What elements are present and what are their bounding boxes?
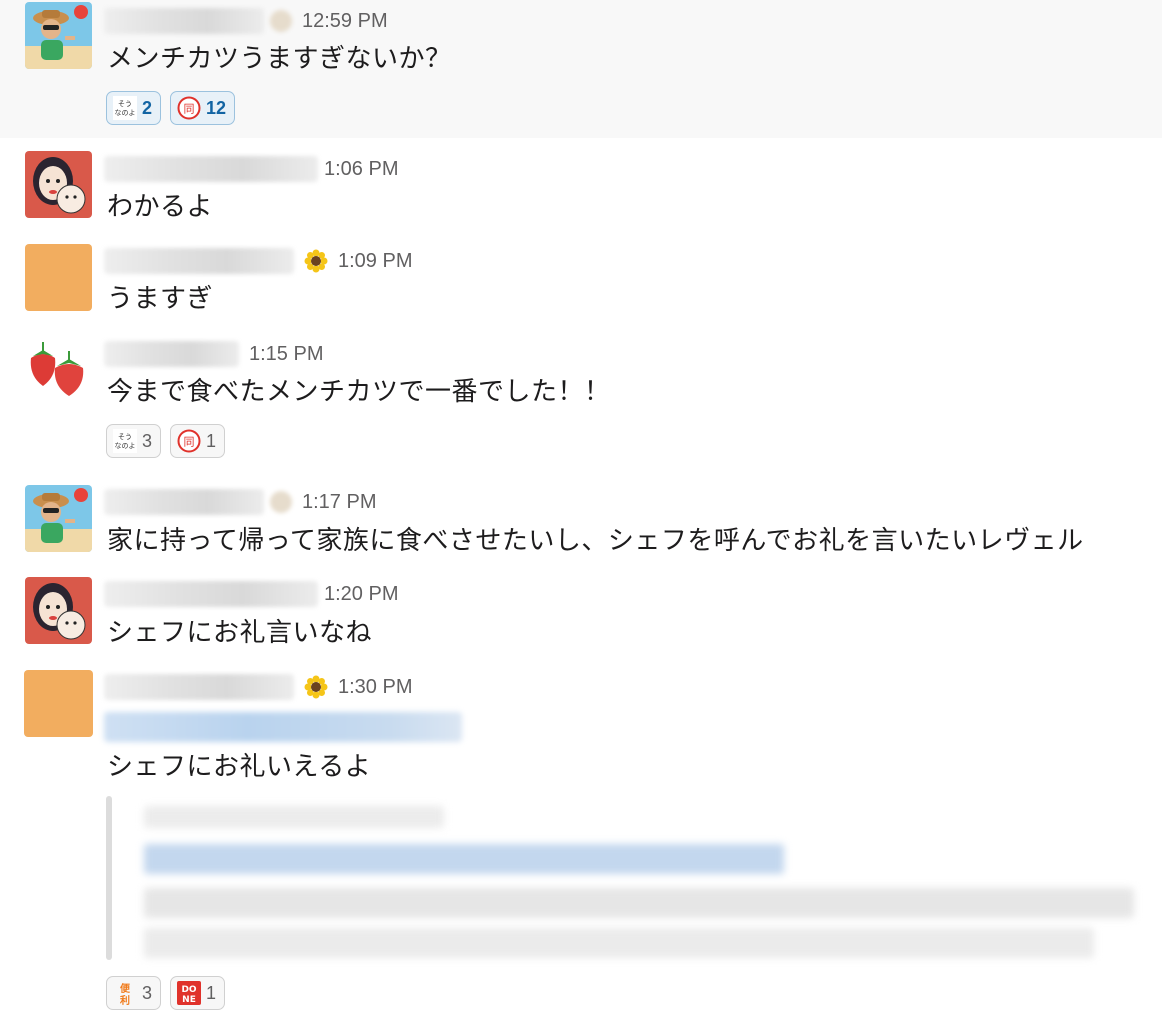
svg-text:同: 同 bbox=[184, 103, 195, 116]
reactions: そう なのよ 3 同 1 bbox=[106, 424, 226, 458]
reaction-count: 3 bbox=[142, 430, 153, 451]
svg-text:そう: そう bbox=[118, 433, 132, 441]
message[interactable]: 1:15 PM 今まで食べたメンチカツで一番でした！！ そう なのよ 3 同 1 bbox=[0, 324, 1162, 472]
message-header: 1:30 PM bbox=[104, 672, 412, 702]
message-text: 今まで食べたメンチカツで一番でした！！ bbox=[107, 377, 611, 407]
message-text: 家に持って帰って家族に食べさせたいし、シェフを呼んでお礼を言いたいレヴェル bbox=[107, 526, 1084, 556]
svg-text:DO: DO bbox=[181, 985, 196, 995]
sounanoyo-icon: そう なのよ bbox=[113, 429, 137, 453]
username-blurred[interactable] bbox=[104, 341, 239, 367]
message-text: メンチカツうますぎないか？ bbox=[107, 44, 452, 74]
message[interactable]: 12:59 PM メンチカツうますぎないか？ そう なのよ 2 同 12 bbox=[0, 0, 1162, 138]
message-header: 1:15 PM bbox=[104, 339, 323, 369]
username-blurred[interactable] bbox=[104, 489, 264, 515]
avatar-beach-icon bbox=[25, 2, 92, 69]
svg-text:なのよ: なのよ bbox=[115, 442, 136, 450]
reaction-benri[interactable]: 便 利 3 bbox=[106, 976, 162, 1010]
sunflower-icon bbox=[304, 675, 328, 699]
timestamp[interactable]: 1:09 PM bbox=[338, 250, 412, 273]
svg-text:便: 便 bbox=[120, 982, 131, 995]
svg-text:NE: NE bbox=[182, 995, 196, 1005]
message-text: うますぎ bbox=[107, 284, 214, 314]
username-blurred[interactable] bbox=[104, 156, 318, 182]
avatar[interactable] bbox=[25, 151, 92, 218]
reaction-sounanoyo[interactable]: そう なのよ 3 bbox=[106, 424, 162, 458]
message-header: 12:59 PM bbox=[104, 6, 388, 36]
reactions: 便 利 3 DO NE 1 bbox=[106, 976, 226, 1010]
message[interactable]: 1:09 PM うますぎ bbox=[0, 232, 1162, 324]
timestamp[interactable]: 1:30 PM bbox=[338, 676, 412, 699]
sounanoyo-icon: そう なのよ bbox=[113, 96, 137, 120]
link-preview-bar bbox=[106, 796, 112, 960]
reaction-doui[interactable]: 同 12 bbox=[170, 91, 236, 125]
reaction-count: 3 bbox=[142, 982, 153, 1003]
link-blurred[interactable] bbox=[104, 712, 462, 742]
message-text: シェフにお礼言いなね bbox=[107, 618, 373, 648]
message[interactable]: 1:17 PM 家に持って帰って家族に食べさせたいし、シェフを呼んでお礼を言いた… bbox=[0, 472, 1162, 566]
avatar-illustration-icon bbox=[25, 577, 92, 644]
message-header: 1:09 PM bbox=[104, 246, 412, 276]
reaction-count: 1 bbox=[206, 430, 217, 451]
reaction-count: 2 bbox=[142, 97, 153, 118]
reaction-sounanoyo[interactable]: そう なのよ 2 bbox=[106, 91, 162, 125]
svg-text:なのよ: なのよ bbox=[115, 109, 136, 117]
username-blurred[interactable] bbox=[104, 8, 264, 34]
message[interactable]: 1:06 PM わかるよ bbox=[0, 140, 1162, 232]
done-icon: DO NE bbox=[177, 981, 202, 1005]
avatar[interactable] bbox=[25, 334, 92, 401]
sunflower-icon bbox=[304, 249, 328, 273]
timestamp[interactable]: 1:15 PM bbox=[249, 343, 323, 366]
reaction-done[interactable]: DO NE 1 bbox=[170, 976, 226, 1010]
strawberry-icon bbox=[25, 334, 92, 401]
timestamp[interactable]: 1:17 PM bbox=[302, 491, 376, 514]
benri-icon: 便 利 bbox=[120, 982, 131, 1005]
avatar-illustration-icon bbox=[25, 151, 92, 218]
status-emoji-blurred bbox=[270, 491, 292, 513]
reactions: そう なのよ 2 同 12 bbox=[106, 91, 236, 125]
reaction-count: 12 bbox=[206, 97, 227, 118]
svg-text:利: 利 bbox=[120, 994, 130, 1005]
link-preview-content bbox=[130, 796, 1136, 960]
timestamp[interactable]: 12:59 PM bbox=[302, 10, 388, 33]
timestamp[interactable]: 1:20 PM bbox=[324, 583, 398, 606]
svg-text:そう: そう bbox=[118, 100, 132, 108]
avatar[interactable] bbox=[24, 670, 93, 737]
username-blurred[interactable] bbox=[104, 674, 294, 700]
message[interactable]: 1:20 PM シェフにお礼言いなね bbox=[0, 566, 1162, 660]
message-text: シェフにお礼いえるよ bbox=[107, 752, 372, 782]
doui-stamp-icon: 同 bbox=[177, 96, 201, 120]
timestamp[interactable]: 1:06 PM bbox=[324, 158, 398, 181]
doui-stamp-icon: 同 bbox=[177, 429, 201, 453]
link-preview-blurred[interactable] bbox=[106, 796, 1136, 960]
avatar-beach-icon bbox=[25, 485, 92, 552]
status-emoji-blurred bbox=[270, 10, 292, 32]
message-header: 1:17 PM bbox=[104, 487, 376, 517]
avatar[interactable] bbox=[25, 577, 92, 644]
reaction-doui[interactable]: 同 1 bbox=[170, 424, 226, 458]
avatar[interactable] bbox=[25, 485, 92, 552]
reaction-count: 1 bbox=[206, 982, 217, 1003]
avatar[interactable] bbox=[25, 2, 92, 69]
username-blurred[interactable] bbox=[104, 248, 294, 274]
avatar[interactable] bbox=[25, 244, 92, 311]
message-text: わかるよ bbox=[107, 192, 214, 222]
username-blurred[interactable] bbox=[104, 581, 318, 607]
message-header: 1:20 PM bbox=[104, 579, 398, 609]
svg-text:同: 同 bbox=[184, 436, 195, 449]
message-header: 1:06 PM bbox=[104, 154, 398, 184]
